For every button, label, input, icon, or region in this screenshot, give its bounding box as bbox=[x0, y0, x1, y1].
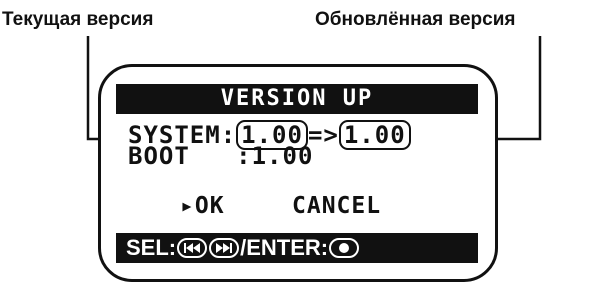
ok-label: OK bbox=[194, 193, 225, 219]
control-hint-bar: SEL: / ENTER: bbox=[116, 233, 478, 263]
cancel-option[interactable]: CANCEL bbox=[292, 192, 381, 220]
skip-back-icon bbox=[177, 238, 208, 258]
system-new-version: 1.00 bbox=[338, 120, 411, 150]
boot-label: BOOT : bbox=[128, 142, 252, 170]
sel-label: SEL: bbox=[126, 235, 177, 260]
ok-option[interactable]: ▸OK bbox=[180, 192, 225, 220]
boot-version-row: BOOT :1.00 bbox=[128, 142, 313, 170]
screen-title: VERSION UP bbox=[220, 86, 374, 111]
selection-cursor-icon: ▸ bbox=[180, 193, 195, 219]
title-bar: VERSION UP bbox=[116, 84, 478, 114]
record-button-icon bbox=[329, 238, 360, 258]
skip-forward-icon bbox=[209, 238, 240, 258]
enter-label: ENTER: bbox=[246, 235, 329, 260]
boot-version: 1.00 bbox=[251, 142, 314, 170]
cancel-label: CANCEL bbox=[292, 193, 382, 219]
leader-line-updated bbox=[492, 36, 542, 141]
